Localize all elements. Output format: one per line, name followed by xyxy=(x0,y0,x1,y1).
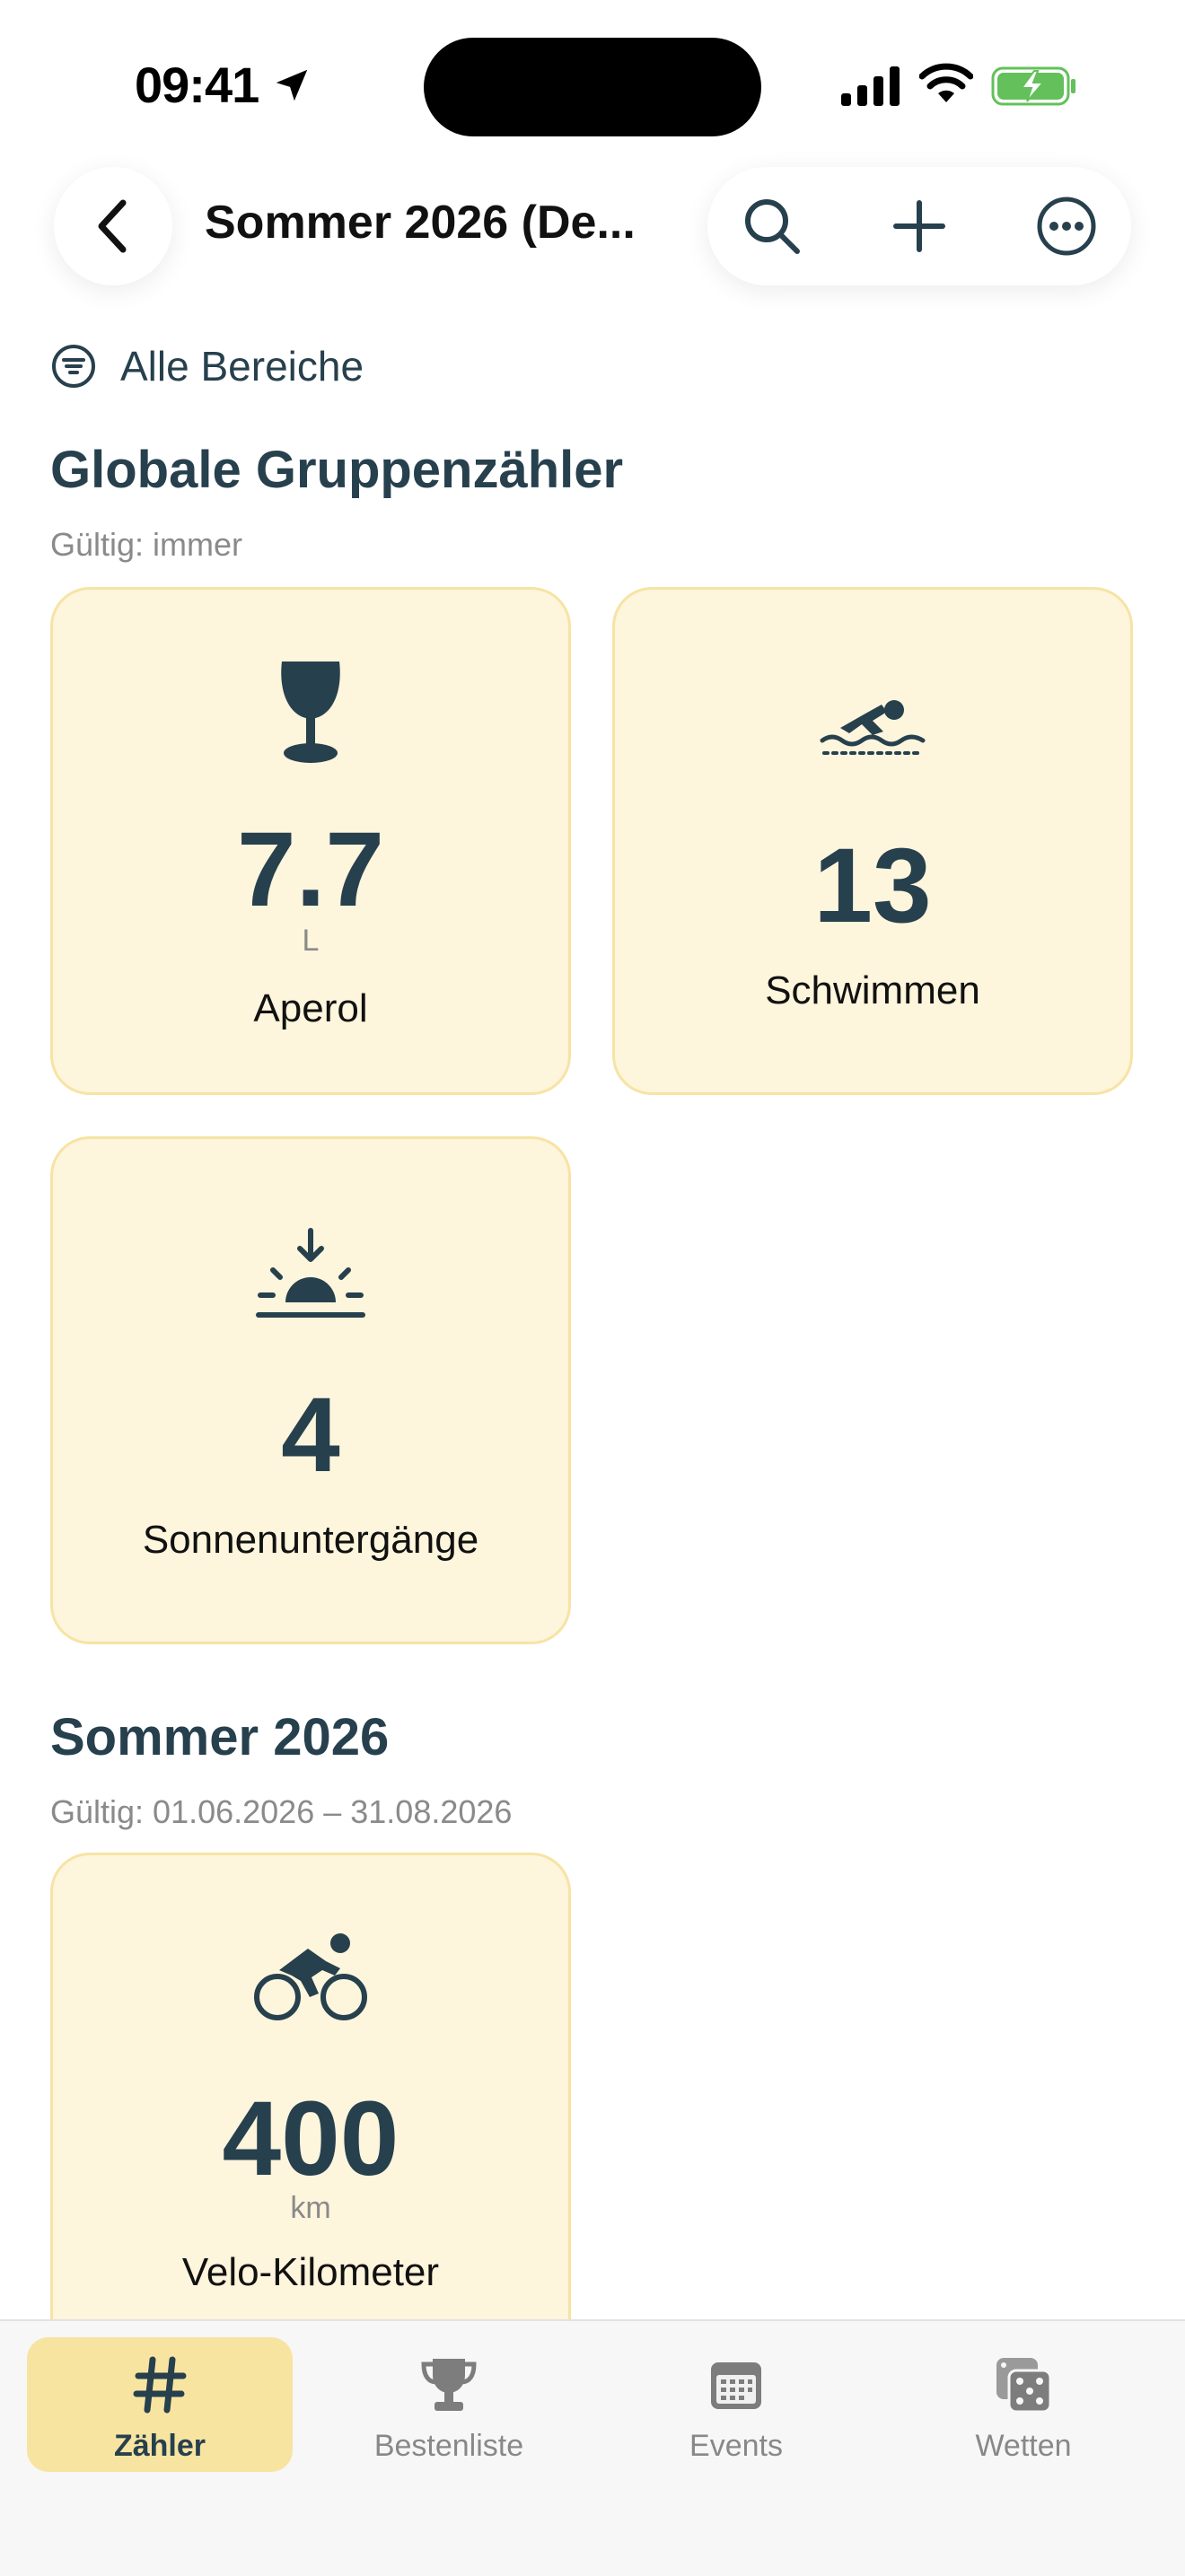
chevron-left-icon xyxy=(98,199,127,253)
more-button[interactable] xyxy=(1031,190,1102,262)
status-bar: 09:41 xyxy=(0,0,1185,171)
section-title-sommer: Sommer 2026 xyxy=(50,1708,390,1766)
search-button[interactable] xyxy=(736,190,808,262)
cyclist-icon xyxy=(254,1933,367,2020)
section-title-global: Globale Gruppenzähler xyxy=(50,441,624,499)
dynamic-island xyxy=(424,38,761,136)
calendar-icon xyxy=(705,2353,768,2416)
sunset-icon xyxy=(256,1228,365,1318)
tab-label: Zähler xyxy=(113,2429,206,2463)
location-arrow-icon xyxy=(276,69,308,101)
wine-glass-icon xyxy=(281,662,340,763)
counter-card-aperol[interactable]: 7.7 L Aperol xyxy=(50,587,571,1095)
counter-card-schwimmen[interactable]: 13 Schwimmen xyxy=(612,587,1133,1095)
area-filter[interactable]: Alle Bereiche xyxy=(50,339,364,393)
section-validity-global: Gültig: immer xyxy=(50,526,243,563)
counter-value: 400 xyxy=(222,2080,399,2198)
counter-label: Sonnenuntergänge xyxy=(142,1518,479,1562)
status-time: 09:41 xyxy=(135,57,259,113)
filter-icon xyxy=(52,345,95,388)
tab-label: Events xyxy=(689,2429,783,2463)
counter-value: 7.7 xyxy=(236,810,385,929)
counter-label: Aperol xyxy=(253,986,368,1030)
dice-icon xyxy=(992,2353,1055,2416)
filter-label: Alle Bereiche xyxy=(120,343,364,390)
counter-value: 4 xyxy=(281,1376,340,1494)
trophy-icon xyxy=(417,2353,480,2416)
tab-bestenliste[interactable]: Bestenliste xyxy=(316,2337,582,2472)
wifi-icon xyxy=(919,63,973,102)
page-title: Sommer 2026 (De... xyxy=(205,197,636,249)
back-button[interactable] xyxy=(54,167,172,285)
add-button[interactable] xyxy=(883,190,955,262)
tab-label: Wetten xyxy=(975,2429,1072,2463)
cellular-signal-icon xyxy=(841,66,900,106)
search-icon xyxy=(745,199,800,254)
counter-value: 13 xyxy=(813,827,932,945)
battery-charging-icon xyxy=(991,66,1075,106)
tab-label: Bestenliste xyxy=(373,2429,524,2463)
tab-events[interactable]: Events xyxy=(603,2337,869,2472)
counter-card-velo-kilometer[interactable]: 400 km Velo-Kilometer xyxy=(50,1853,571,2361)
toolbar-actions xyxy=(707,167,1131,285)
section-validity-sommer: Gültig: 01.06.2026 – 31.08.2026 xyxy=(50,1793,513,1830)
swimmer-icon xyxy=(820,700,926,755)
counter-unit: km xyxy=(290,2191,331,2225)
tab-zaehler[interactable]: Zähler xyxy=(27,2337,293,2472)
tab-bar: Zähler Bestenliste Events Wetten xyxy=(0,2319,1185,2576)
counter-card-sonnenuntergaenge[interactable]: 4 Sonnenuntergänge xyxy=(50,1136,571,1644)
hashtag-icon xyxy=(128,2353,191,2416)
plus-icon xyxy=(893,200,945,252)
tab-wetten[interactable]: Wetten xyxy=(891,2337,1156,2472)
counter-label: Schwimmen xyxy=(765,968,980,1012)
counter-unit: L xyxy=(302,924,320,958)
counter-label: Velo-Kilometer xyxy=(181,2250,440,2294)
more-icon xyxy=(1037,197,1096,256)
